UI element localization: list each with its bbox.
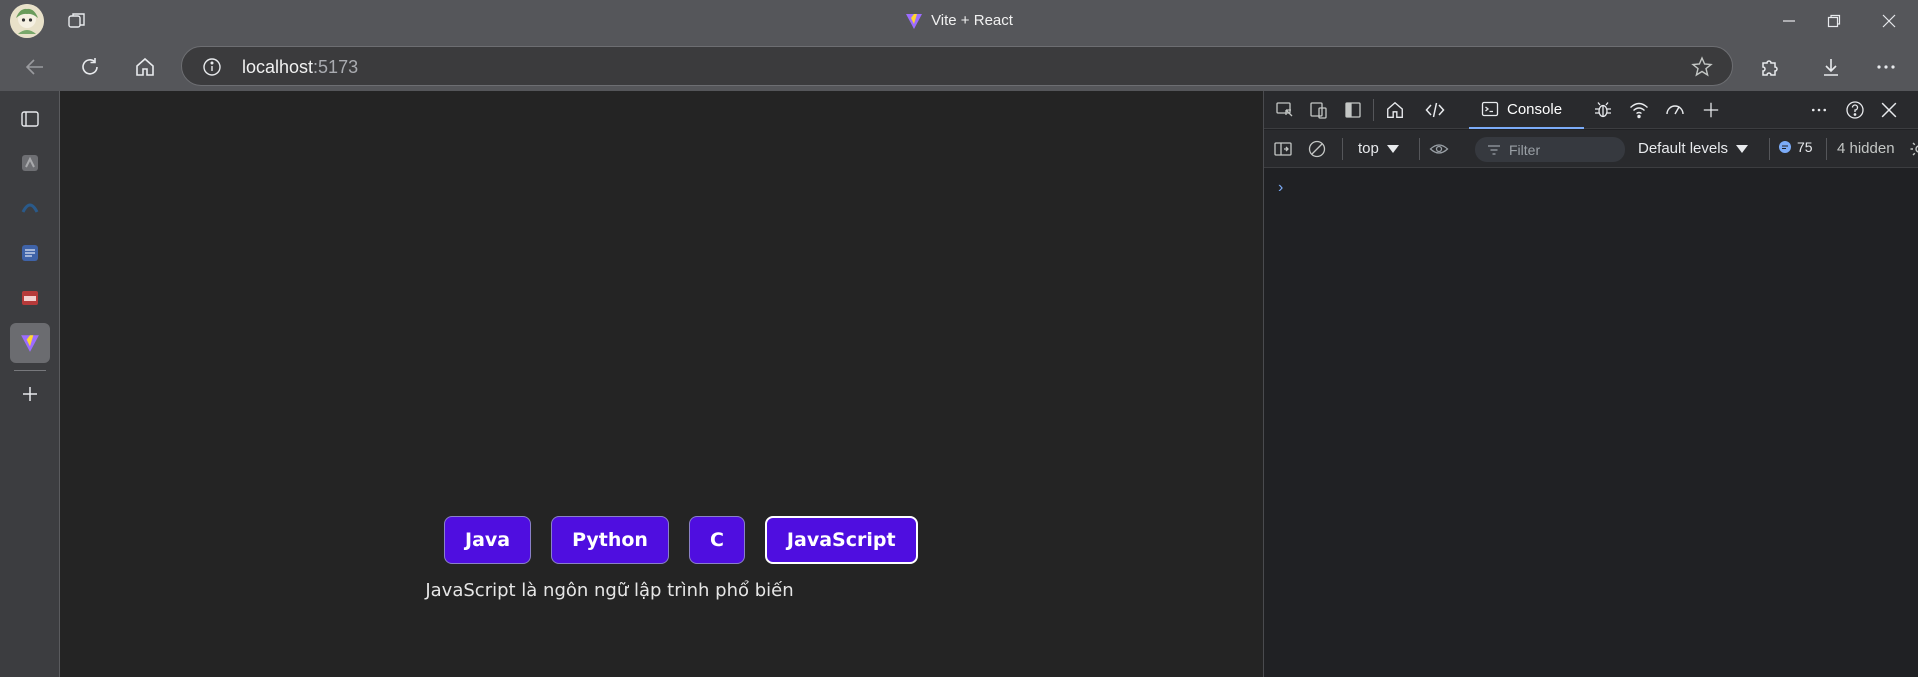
web-page: Java Python C JavaScript JavaScript là n… [60, 91, 1263, 677]
devtools-separator [1373, 99, 1374, 121]
close-icon [1882, 14, 1896, 27]
url-port: :5173 [313, 57, 359, 77]
console-icon [1481, 101, 1499, 117]
restore-button[interactable] [1805, 0, 1863, 41]
add-icon [23, 387, 37, 401]
site-info-icon[interactable] [201, 56, 223, 78]
live-expression-eye-icon[interactable] [1426, 136, 1452, 162]
download-icon [1824, 59, 1838, 76]
vite-app-icon [21, 335, 39, 352]
context-label: top [1358, 140, 1379, 157]
console-settings-gear-icon[interactable] [1906, 136, 1918, 162]
issues-count-value: 75 [1797, 139, 1813, 155]
sidebar-add-button[interactable] [10, 374, 50, 414]
minimize-icon [1783, 19, 1795, 22]
refresh-icon [82, 58, 98, 75]
url-text[interactable]: localhost:5173 [242, 56, 358, 78]
console-filter-input[interactable]: Filter [1475, 137, 1625, 162]
home-button[interactable] [127, 49, 163, 85]
dock-side-icon[interactable] [1340, 97, 1366, 123]
close-window-button[interactable] [1860, 0, 1918, 41]
tab-actions-icon [21, 111, 39, 127]
sidebar-divider [14, 370, 46, 371]
java-button[interactable]: Java [444, 516, 532, 564]
console-tab-label: Console [1507, 100, 1563, 118]
sidebar-item-tab-actions[interactable] [10, 99, 50, 139]
puzzle-icon [1762, 60, 1778, 76]
dropdown-caret-icon [1736, 144, 1749, 153]
performance-tab-gauge-icon[interactable] [1662, 97, 1688, 123]
issues-count[interactable]: 75 [1778, 139, 1813, 155]
console-prompt[interactable]: › [1278, 179, 1283, 197]
console-sidebar-toggle-icon[interactable] [1270, 136, 1296, 162]
tab-console[interactable]: Console [1469, 91, 1584, 129]
more-horizontal-icon [1877, 65, 1895, 69]
window-title-text: Vite + React [931, 12, 1013, 29]
settings-menu-button[interactable] [1868, 49, 1904, 85]
help-icon[interactable] [1842, 97, 1868, 123]
welcome-tab-home-icon[interactable] [1382, 97, 1408, 123]
vertical-sidebar [0, 91, 59, 677]
clear-console-icon[interactable] [1304, 136, 1330, 162]
sidebar-item-document[interactable] [10, 233, 50, 273]
url-host: localhost [242, 57, 314, 77]
language-button-row: Java Python C JavaScript [444, 516, 918, 564]
device-emulation-icon[interactable] [1306, 97, 1332, 123]
extensions-button[interactable] [1752, 49, 1788, 85]
sidebar-item-app-2[interactable] [10, 188, 50, 228]
c-button[interactable]: C [688, 516, 745, 564]
navigation-bar: localhost:5173 [0, 41, 1918, 91]
more-tools-add-icon[interactable] [1698, 97, 1724, 123]
devtools-tab-bar: Console [1264, 91, 1918, 129]
filter-icon [1488, 144, 1500, 155]
sources-tab-bug-icon[interactable] [1590, 97, 1616, 123]
python-button[interactable]: Python [551, 516, 669, 564]
back-arrow-icon [25, 59, 43, 75]
sidebar-item-pdf[interactable] [10, 278, 50, 318]
elements-tab-code-icon[interactable] [1422, 97, 1448, 123]
sidebar-item-vite[interactable] [10, 323, 50, 363]
hidden-messages-count: 4 hidden [1837, 140, 1895, 157]
devtools-panel: Console top Filter Default levels 75 4 h… [1263, 91, 1918, 677]
title-bar: Vite + React [0, 0, 1918, 41]
toolbar-separator [1419, 138, 1420, 160]
network-tab-wifi-icon[interactable] [1626, 97, 1652, 123]
window-title: Vite + React [0, 0, 1918, 41]
downloads-button[interactable] [1813, 49, 1849, 85]
app-icon [21, 203, 39, 213]
log-levels-label: Default levels [1638, 140, 1729, 157]
home-icon [136, 57, 154, 76]
document-app-icon [22, 245, 38, 261]
toolbar-separator [1342, 138, 1343, 160]
vite-logo-icon [906, 13, 923, 29]
pdf-app-icon [22, 291, 38, 305]
language-description: JavaScript là ngôn ngữ lập trình phổ biế… [60, 580, 1263, 601]
devtools-more-icon[interactable] [1806, 97, 1832, 123]
toolbar-separator [1769, 138, 1770, 160]
refresh-button[interactable] [72, 49, 108, 85]
app-icon [22, 155, 38, 171]
console-toolbar: top Filter Default levels 75 4 hidden [1264, 130, 1918, 168]
filter-placeholder: Filter [1509, 141, 1541, 158]
log-levels-dropdown[interactable]: Default levels [1638, 140, 1749, 157]
close-devtools-icon[interactable] [1876, 97, 1902, 123]
restore-icon [1827, 14, 1841, 27]
dropdown-caret-icon [1386, 144, 1399, 153]
address-bar[interactable]: localhost:5173 [181, 46, 1733, 86]
message-bubble-icon [1779, 141, 1791, 153]
description-text: JavaScript là ngôn ngữ lập trình phổ biế… [425, 580, 794, 601]
back-button[interactable] [17, 49, 53, 85]
javascript-button[interactable]: JavaScript [764, 516, 918, 564]
inspect-element-icon[interactable] [1272, 97, 1298, 123]
sidebar-item-app-1[interactable] [10, 143, 50, 183]
favorite-star-icon[interactable] [1690, 55, 1714, 79]
context-selector[interactable]: top [1358, 140, 1399, 157]
toolbar-separator [1826, 138, 1827, 160]
